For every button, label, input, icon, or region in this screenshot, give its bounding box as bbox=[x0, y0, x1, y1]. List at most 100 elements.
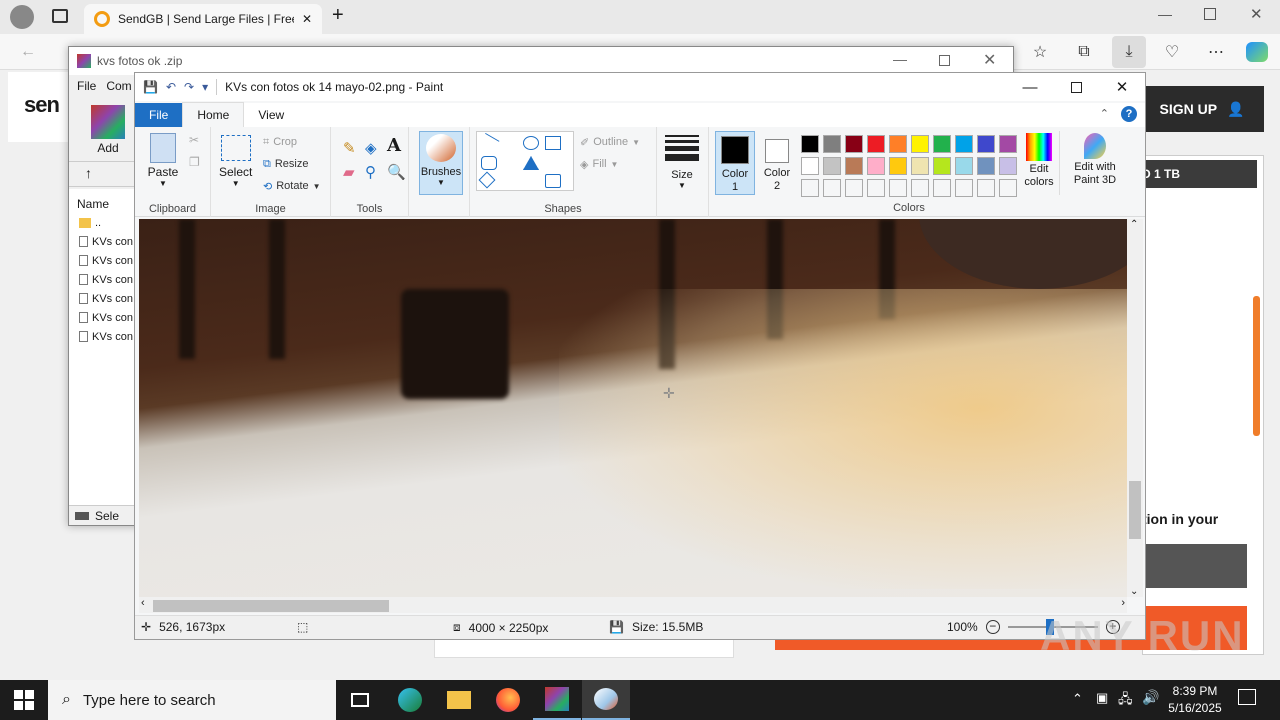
tab-file[interactable]: File bbox=[135, 103, 183, 127]
file-explorer-taskbar-icon[interactable] bbox=[435, 680, 483, 720]
winrar-menu-file[interactable]: File bbox=[77, 79, 96, 97]
paste-button[interactable]: Paste ▼ bbox=[145, 131, 181, 188]
color2-button[interactable]: Color 2 bbox=[759, 131, 795, 195]
more-menu-icon[interactable]: ⋯ bbox=[1202, 38, 1230, 66]
color-swatch[interactable] bbox=[999, 135, 1017, 153]
outline-dropdown[interactable]: ✐ Outline ▼ bbox=[580, 131, 640, 153]
vertical-scrollbar[interactable]: ⌃ ⌄ bbox=[1127, 219, 1143, 597]
select-button[interactable]: Select ▼ bbox=[219, 135, 252, 188]
edit-with-paint3d-button[interactable]: Edit with Paint 3D bbox=[1065, 131, 1125, 195]
task-view-icon[interactable] bbox=[336, 680, 384, 720]
winrar-add-button[interactable]: Add bbox=[83, 105, 133, 155]
edit-colors-button[interactable]: Edit colors bbox=[1019, 131, 1059, 195]
color-swatch[interactable] bbox=[955, 157, 973, 175]
list-item[interactable]: .. bbox=[69, 213, 135, 232]
color-swatch[interactable] bbox=[999, 157, 1017, 175]
back-icon[interactable]: ← bbox=[14, 38, 42, 66]
color-swatch[interactable] bbox=[845, 157, 863, 175]
eraser-icon[interactable]: ▰ bbox=[343, 163, 355, 181]
copilot-icon[interactable] bbox=[1246, 42, 1268, 62]
color-swatch[interactable] bbox=[845, 135, 863, 153]
horizontal-scroll-thumb[interactable] bbox=[153, 600, 389, 612]
color-swatch[interactable] bbox=[823, 157, 841, 175]
taskbar-search-box[interactable]: ⌕ Type here to search bbox=[48, 680, 336, 720]
scroll-down-icon[interactable]: ⌄ bbox=[1130, 586, 1138, 597]
fill-dropdown[interactable]: ◈ Fill ▼ bbox=[580, 153, 618, 175]
color-swatch[interactable] bbox=[911, 157, 929, 175]
undo-icon[interactable]: ↶ bbox=[166, 80, 176, 94]
color-swatch[interactable] bbox=[911, 179, 929, 197]
volume-icon[interactable]: 🔊 bbox=[1142, 689, 1159, 706]
color-swatch[interactable] bbox=[889, 179, 907, 197]
vertical-scroll-thumb[interactable] bbox=[1129, 481, 1141, 539]
help-icon[interactable]: ? bbox=[1121, 106, 1137, 122]
winrar-maximize-icon[interactable] bbox=[939, 55, 950, 66]
rounded-rectangle-shape-icon[interactable] bbox=[481, 156, 497, 170]
color-swatch[interactable] bbox=[801, 179, 819, 197]
pencil-icon[interactable]: ✎ bbox=[343, 139, 356, 157]
notifications-icon[interactable] bbox=[1238, 689, 1256, 705]
rectangle-shape-icon[interactable] bbox=[545, 136, 561, 150]
device-icon[interactable]: ▣ bbox=[1096, 690, 1108, 706]
arrow-shape-icon[interactable] bbox=[545, 174, 561, 188]
start-button[interactable] bbox=[14, 690, 34, 710]
taskbar-clock[interactable]: 8:39 PM 5/16/2025 bbox=[1160, 683, 1230, 717]
color-swatch[interactable] bbox=[823, 179, 841, 197]
list-item[interactable]: KVs con bbox=[69, 308, 135, 327]
magnifier-icon[interactable]: 🔍 bbox=[387, 163, 406, 181]
edge-taskbar-icon[interactable] bbox=[386, 680, 434, 720]
color-swatch[interactable] bbox=[867, 157, 885, 175]
minimize-icon[interactable]: — bbox=[1158, 6, 1172, 22]
collapse-ribbon-icon[interactable]: ⌃ bbox=[1100, 107, 1109, 120]
save-icon[interactable]: 💾 bbox=[143, 80, 158, 94]
panel-input[interactable] bbox=[1142, 544, 1247, 588]
panel-scrollbar[interactable] bbox=[1253, 296, 1260, 436]
triangle-shape-icon[interactable] bbox=[523, 156, 539, 170]
copy-icon[interactable]: ❐ bbox=[189, 155, 200, 169]
paint-maximize-icon[interactable] bbox=[1053, 73, 1099, 101]
color-swatch[interactable] bbox=[933, 179, 951, 197]
list-item[interactable]: KVs con bbox=[69, 232, 135, 251]
drawing-canvas[interactable]: ✛ bbox=[139, 219, 1127, 597]
winrar-taskbar-icon[interactable] bbox=[533, 680, 581, 720]
list-item[interactable]: KVs con bbox=[69, 270, 135, 289]
profile-avatar[interactable] bbox=[10, 5, 34, 29]
name-column-header[interactable]: Name bbox=[69, 189, 135, 213]
color-swatch[interactable] bbox=[867, 135, 885, 153]
brushes-button[interactable]: Brushes ▼ bbox=[419, 131, 463, 195]
firefox-taskbar-icon[interactable] bbox=[484, 680, 532, 720]
close-tab-icon[interactable]: ✕ bbox=[302, 12, 312, 26]
zoom-out-icon[interactable]: − bbox=[985, 620, 1000, 634]
customize-qat-icon[interactable]: ▾ bbox=[202, 80, 208, 94]
paint-minimize-icon[interactable]: — bbox=[1007, 73, 1053, 101]
winrar-menu-commands[interactable]: Com bbox=[106, 79, 131, 97]
crop-button[interactable]: ⌗ Crop bbox=[263, 131, 297, 153]
color-picker-icon[interactable]: ⚲ bbox=[365, 163, 376, 181]
scroll-up-icon[interactable]: ⌃ bbox=[1130, 219, 1138, 230]
color-swatch[interactable] bbox=[955, 135, 973, 153]
color-swatch[interactable] bbox=[955, 179, 973, 197]
list-item[interactable]: KVs con bbox=[69, 327, 135, 346]
color-swatch[interactable] bbox=[845, 179, 863, 197]
paint-taskbar-icon[interactable] bbox=[582, 680, 630, 720]
rotate-button[interactable]: ⟲ Rotate ▼ bbox=[263, 175, 321, 197]
size-button[interactable]: Size ▼ bbox=[665, 135, 699, 190]
scroll-left-icon[interactable]: ‹ bbox=[141, 597, 145, 609]
resize-button[interactable]: ⧉ Resize bbox=[263, 153, 308, 175]
up-folder-icon[interactable]: ↑ bbox=[85, 165, 92, 181]
oval-shape-icon[interactable] bbox=[523, 136, 539, 150]
winrar-minimize-icon[interactable]: — bbox=[893, 51, 907, 67]
color-swatch[interactable] bbox=[933, 157, 951, 175]
close-window-icon[interactable]: ✕ bbox=[1250, 5, 1263, 23]
list-item[interactable]: KVs con bbox=[69, 289, 135, 308]
downloads-icon[interactable]: ⤓ bbox=[1112, 36, 1146, 68]
list-item[interactable]: KVs con bbox=[69, 251, 135, 270]
network-icon[interactable]: 🖧 bbox=[1118, 690, 1133, 712]
color-swatch[interactable] bbox=[889, 135, 907, 153]
paint-close-icon[interactable]: ✕ bbox=[1099, 73, 1145, 101]
color-swatch[interactable] bbox=[977, 157, 995, 175]
cut-icon[interactable]: ✂ bbox=[189, 133, 199, 147]
sign-up-button[interactable]: SIGN UP 👤 bbox=[1140, 86, 1264, 132]
color-swatch[interactable] bbox=[823, 135, 841, 153]
tab-home[interactable]: Home bbox=[182, 102, 245, 127]
